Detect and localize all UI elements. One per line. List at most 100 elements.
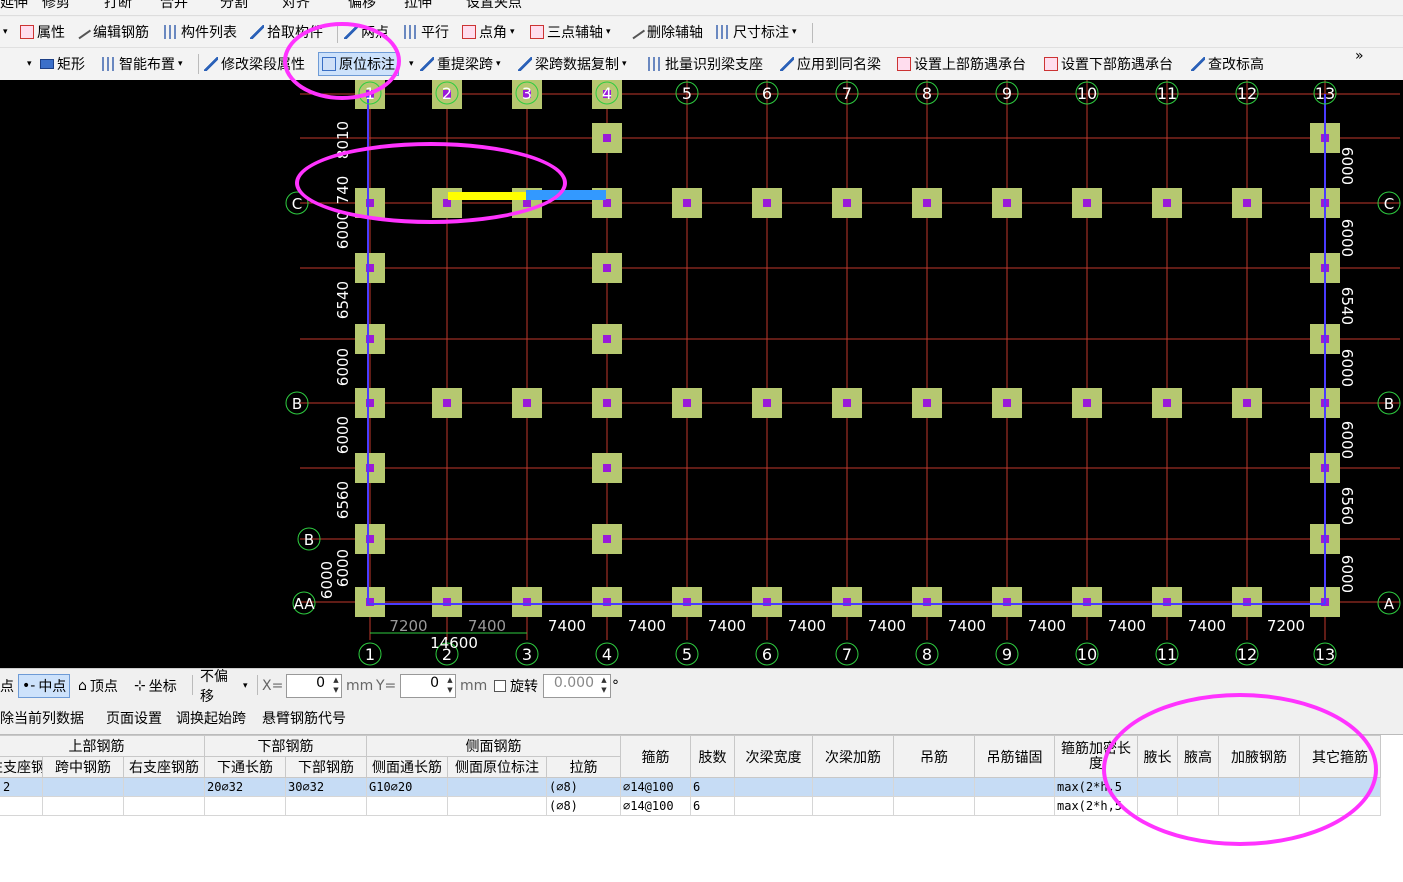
apply-same-name-button[interactable]: 应用到同名梁 — [780, 48, 881, 80]
tool-offset[interactable]: 偏移 — [348, 0, 376, 12]
re-extract-span-button[interactable]: 重提梁跨 ▾ — [420, 48, 501, 80]
tool-break[interactable]: 打断 — [104, 0, 132, 12]
rectangle-button[interactable]: 矩形 — [40, 48, 85, 80]
delete-column-data-button[interactable]: 删除当前列数据 — [0, 702, 84, 734]
offset-select[interactable]: 不偏移 ▾ — [200, 669, 248, 705]
rotate-spinner[interactable]: ▲ ▼ — [598, 675, 610, 697]
edit-rebar-button[interactable]: 编辑钢筋 — [74, 17, 149, 47]
table-cell[interactable]: 6 — [690, 777, 735, 797]
table-cell[interactable] — [1299, 796, 1381, 816]
table-cell[interactable] — [1299, 777, 1381, 797]
table-cell[interactable]: (⌀8) — [546, 777, 621, 797]
column-core — [1163, 199, 1171, 207]
table-row[interactable]: (⌀8) ⌀14@100 6 max(2*h,5 — [0, 796, 1381, 816]
modify-beam-segment-button[interactable]: 修改梁段属性 — [204, 48, 305, 80]
table-cell[interactable] — [734, 796, 813, 816]
table-cell[interactable] — [285, 796, 367, 816]
table-cell[interactable] — [1137, 777, 1178, 797]
two-point-button[interactable]: 两点 — [344, 17, 389, 47]
snap-point[interactable]: 点 — [0, 669, 14, 703]
axis-label: 10 — [1077, 84, 1097, 103]
tool-set-grip[interactable]: 设置夹点 — [466, 0, 522, 12]
cantilever-code-button[interactable]: 悬臂钢筋代号 — [262, 702, 346, 734]
table-cell[interactable]: 2 — [0, 777, 43, 797]
swap-start-span-button[interactable]: 调换起始跨 — [176, 702, 246, 734]
tool-align[interactable]: 对齐 — [282, 0, 310, 12]
smart-layout-button[interactable]: 智能布置 ▾ — [102, 48, 183, 80]
table-cell[interactable] — [204, 796, 286, 816]
table-cell[interactable] — [893, 796, 975, 816]
x-spinner[interactable]: ▲ ▼ — [330, 675, 342, 697]
axis-label: 3 — [522, 84, 532, 103]
check-elevation-button[interactable]: 查改标高 — [1191, 48, 1264, 80]
table-cell[interactable] — [0, 796, 43, 816]
tool-merge[interactable]: 合并 — [160, 0, 188, 12]
table-cell[interactable] — [734, 777, 813, 797]
snap-vertex[interactable]: ⌂ 顶点 — [78, 669, 118, 703]
dimension-text: 7400 — [628, 617, 666, 635]
table-cell[interactable]: ⌀14@100 — [620, 777, 691, 797]
table-cell[interactable] — [123, 777, 205, 797]
snap-midpoint[interactable]: •- 中点 — [18, 674, 71, 698]
column-core — [443, 399, 451, 407]
table-cell[interactable] — [1137, 796, 1178, 816]
in-situ-annotation-button[interactable]: 原位标注 — [318, 52, 399, 76]
bottom-rebar-cap-button[interactable]: 设置下部筋遇承台 — [1044, 48, 1173, 80]
batch-identify-support-button[interactable]: 批量识别梁支座 — [648, 48, 763, 80]
annotation-icon — [322, 57, 336, 71]
y-spinner[interactable]: ▲ ▼ — [444, 675, 456, 697]
page-setup-button[interactable]: 页面设置 — [106, 702, 162, 734]
delete-axis-button[interactable]: 删除辅轴 — [628, 17, 703, 47]
table-cell[interactable]: max(2*h,5 — [1054, 777, 1138, 797]
annotation-dropdown-icon[interactable]: ▾ — [406, 48, 414, 80]
table-cell[interactable] — [123, 796, 205, 816]
table-cell[interactable] — [812, 796, 894, 816]
dimension-text: 6560 — [334, 481, 352, 519]
table-cell[interactable] — [42, 777, 124, 797]
table-cell[interactable]: (⌀8) — [546, 796, 621, 816]
table-cell[interactable] — [812, 777, 894, 797]
axis-label: 13 — [1315, 84, 1335, 103]
three-point-axis-button[interactable]: 三点辅轴 ▾ — [530, 17, 611, 47]
snap-coord[interactable]: ⊹ 坐标 — [134, 669, 177, 703]
tool-stretch[interactable]: 拉伸 — [404, 0, 432, 12]
toolbar-dropdown-icon[interactable]: ▾ — [0, 17, 8, 47]
component-list-button[interactable]: 构件列表 — [164, 17, 237, 47]
table-cell[interactable] — [42, 796, 124, 816]
table-cell[interactable]: 6 — [690, 796, 735, 816]
table-cell[interactable] — [1218, 777, 1300, 797]
table-cell[interactable] — [893, 777, 975, 797]
top-rebar-cap-button[interactable]: 设置上部筋遇承台 — [897, 48, 1026, 80]
pick-component-button[interactable]: 拾取构件 — [250, 17, 323, 47]
toolbar2-dropdown-icon[interactable]: ▾ — [24, 48, 32, 80]
dimension-button[interactable]: 尺寸标注 ▾ — [716, 17, 797, 47]
toolbar-more-icon[interactable]: » — [1355, 48, 1364, 72]
point-angle-button[interactable]: 点角 ▾ — [462, 17, 515, 47]
table-cell[interactable]: max(2*h,5 — [1054, 796, 1138, 816]
dimension-text: 6000 — [1338, 421, 1356, 459]
dimension-text: 6540 — [1338, 287, 1356, 325]
table-cell[interactable] — [1218, 796, 1300, 816]
tool-split[interactable]: 分割 — [220, 0, 248, 12]
parallel-button[interactable]: 平行 — [404, 17, 449, 47]
table-cell[interactable]: 30⌀32 — [285, 777, 367, 797]
table-cell[interactable] — [447, 796, 547, 816]
table-cell[interactable] — [974, 796, 1055, 816]
table-cell[interactable]: ⌀14@100 — [620, 796, 691, 816]
table-cell[interactable] — [447, 777, 547, 797]
axis-label: 4 — [602, 645, 612, 664]
drawing-canvas[interactable]: 1122334455667788991010111112121313CBBAAC… — [0, 80, 1403, 668]
table-cell[interactable] — [366, 796, 448, 816]
tool-trim[interactable]: 修剪 — [42, 0, 70, 12]
copy-span-data-button[interactable]: 梁跨数据复制 ▾ — [518, 48, 627, 80]
table-cell[interactable]: 20⌀32 — [204, 777, 286, 797]
table-cell[interactable] — [1177, 796, 1219, 816]
parallel-icon — [404, 25, 418, 39]
property-button[interactable]: 属性 — [20, 17, 65, 47]
table-cell[interactable] — [974, 777, 1055, 797]
rotate-checkbox[interactable]: 旋转 — [494, 669, 538, 703]
table-row[interactable]: 2 20⌀32 30⌀32 G10⌀20 (⌀8) ⌀14@100 6 max(2*h,5 — [0, 777, 1381, 797]
table-cell[interactable]: G10⌀20 — [366, 777, 448, 797]
tool-extend[interactable]: 延伸 — [0, 0, 28, 12]
table-cell[interactable] — [1177, 777, 1219, 797]
